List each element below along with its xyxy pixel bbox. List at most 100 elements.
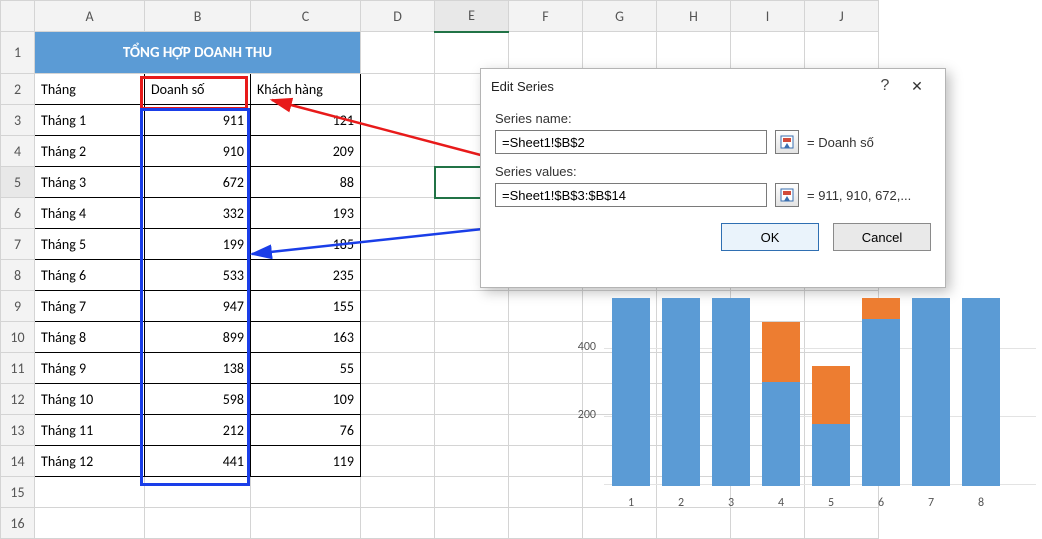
col-header-J[interactable]: J [805, 1, 879, 32]
y-tick-200: 200 [560, 408, 596, 422]
x-tick: 6 [862, 496, 900, 510]
cell-rev[interactable]: 598 [145, 384, 251, 415]
cell-cust[interactable]: 235 [251, 260, 361, 291]
collapse-range-icon[interactable] [775, 130, 799, 154]
cell-rev[interactable]: 899 [145, 322, 251, 353]
x-tick: 2 [662, 496, 700, 510]
x-tick: 5 [812, 496, 850, 510]
cell-cust[interactable]: 193 [251, 198, 361, 229]
cell-month[interactable]: Tháng 9 [35, 353, 145, 384]
row-header-4[interactable]: 4 [1, 136, 35, 167]
series-name-preview: = Doanh số [807, 135, 874, 150]
header-khachhang[interactable]: Khách hàng [251, 74, 361, 105]
cell-month[interactable]: Tháng 10 [35, 384, 145, 415]
col-header-I[interactable]: I [731, 1, 805, 32]
x-tick: 3 [712, 496, 750, 510]
x-tick: 4 [762, 496, 800, 510]
cell-rev[interactable]: 138 [145, 353, 251, 384]
cell-cust[interactable]: 88 [251, 167, 361, 198]
cell-rev[interactable]: 910 [145, 136, 251, 167]
row-header-9[interactable]: 9 [1, 291, 35, 322]
cell-rev[interactable]: 199 [145, 229, 251, 260]
row-header-11[interactable]: 11 [1, 353, 35, 384]
cell-cust[interactable]: 76 [251, 415, 361, 446]
cell-rev[interactable]: 533 [145, 260, 251, 291]
series-values-preview: = 911, 910, 672,... [807, 188, 911, 203]
x-tick: 8 [962, 496, 1000, 510]
row-header-1[interactable]: 1 [1, 32, 35, 74]
cancel-button[interactable]: Cancel [833, 223, 931, 251]
row-header-2[interactable]: 2 [1, 74, 35, 105]
cell-cust[interactable]: 55 [251, 353, 361, 384]
cell-cust[interactable]: 155 [251, 291, 361, 322]
edit-series-dialog: Edit Series ? ✕ Series name: = Doanh số … [480, 68, 946, 288]
cell-month[interactable]: Tháng 6 [35, 260, 145, 291]
dialog-help-button[interactable]: ? [871, 77, 899, 95]
stacked-bar-chart[interactable]: 400 200 12345678 [560, 296, 1040, 514]
cell-cust[interactable]: 121 [251, 105, 361, 136]
x-tick: 1 [612, 496, 650, 510]
cell-month[interactable]: Tháng 1 [35, 105, 145, 136]
cell-rev[interactable]: 911 [145, 105, 251, 136]
series-name-input[interactable] [495, 130, 767, 154]
cell-month[interactable]: Tháng 11 [35, 415, 145, 446]
cell-cust[interactable]: 163 [251, 322, 361, 353]
series-values-label: Series values: [495, 164, 931, 179]
chart-bar[interactable] [762, 322, 800, 486]
row-header-12[interactable]: 12 [1, 384, 35, 415]
corner-cell[interactable] [1, 1, 35, 32]
cell-cust[interactable]: 119 [251, 446, 361, 477]
cell-rev[interactable]: 947 [145, 291, 251, 322]
chart-bar[interactable] [962, 298, 1000, 486]
col-header-B[interactable]: B [145, 1, 251, 32]
y-tick-400: 400 [560, 340, 596, 354]
header-thang[interactable]: Tháng [35, 74, 145, 105]
header-doanhso[interactable]: Doanh số [145, 74, 251, 105]
ok-button[interactable]: OK [721, 223, 819, 251]
row-header-7[interactable]: 7 [1, 229, 35, 260]
chart-bar[interactable] [912, 298, 950, 486]
cell-month[interactable]: Tháng 4 [35, 198, 145, 229]
cell-cust[interactable]: 109 [251, 384, 361, 415]
cell-month[interactable]: Tháng 2 [35, 136, 145, 167]
row-header-13[interactable]: 13 [1, 415, 35, 446]
row-header-15[interactable]: 15 [1, 477, 35, 508]
row-header-5[interactable]: 5 [1, 167, 35, 198]
cell-month[interactable]: Tháng 12 [35, 446, 145, 477]
chart-bar[interactable] [662, 298, 700, 486]
row-header-3[interactable]: 3 [1, 105, 35, 136]
row-header-8[interactable]: 8 [1, 260, 35, 291]
chart-bar[interactable] [612, 298, 650, 486]
cell-month[interactable]: Tháng 7 [35, 291, 145, 322]
col-header-A[interactable]: A [35, 1, 145, 32]
cell-rev[interactable]: 212 [145, 415, 251, 446]
row-header-10[interactable]: 10 [1, 322, 35, 353]
cell-month[interactable]: Tháng 5 [35, 229, 145, 260]
cell-month[interactable]: Tháng 3 [35, 167, 145, 198]
row-header-6[interactable]: 6 [1, 198, 35, 229]
col-header-E[interactable]: E [435, 1, 509, 32]
col-header-F[interactable]: F [509, 1, 583, 32]
chart-bar[interactable] [712, 298, 750, 486]
cell-rev[interactable]: 332 [145, 198, 251, 229]
row-header-14[interactable]: 14 [1, 446, 35, 477]
cell-rev[interactable]: 672 [145, 167, 251, 198]
chart-bar[interactable] [862, 298, 900, 486]
col-header-D[interactable]: D [361, 1, 435, 32]
title-cell[interactable]: TỔNG HỢP DOANH THU [35, 32, 361, 74]
dialog-title: Edit Series [491, 79, 871, 94]
col-header-H[interactable]: H [657, 1, 731, 32]
series-name-label: Series name: [495, 111, 931, 126]
x-tick: 7 [912, 496, 950, 510]
row-header-16[interactable]: 16 [1, 508, 35, 539]
dialog-close-button[interactable]: ✕ [899, 78, 935, 95]
chart-bar[interactable] [812, 366, 850, 486]
cell-cust[interactable]: 185 [251, 229, 361, 260]
cell-cust[interactable]: 209 [251, 136, 361, 167]
col-header-G[interactable]: G [583, 1, 657, 32]
col-header-C[interactable]: C [251, 1, 361, 32]
cell-rev[interactable]: 441 [145, 446, 251, 477]
series-values-input[interactable] [495, 183, 767, 207]
collapse-range-icon[interactable] [775, 183, 799, 207]
cell-month[interactable]: Tháng 8 [35, 322, 145, 353]
